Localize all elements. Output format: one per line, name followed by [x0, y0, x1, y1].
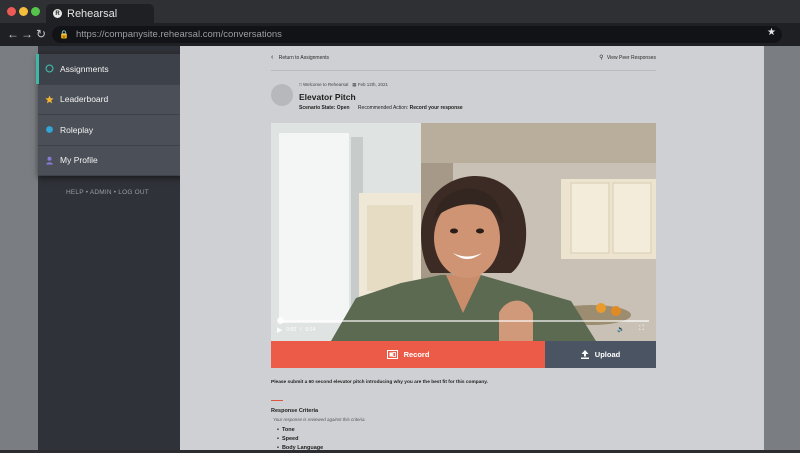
- tab-title: Rehearsal: [67, 7, 118, 20]
- maximize-window-dot[interactable]: [31, 7, 40, 16]
- view-peer-responses-link[interactable]: ⚲ View Peer Responses: [599, 54, 656, 61]
- circle-outline-icon: [45, 64, 54, 73]
- sidebar-item-leaderboard[interactable]: Leaderboard: [38, 85, 186, 115]
- address-bar: ← → ↻ 🔒 https://companysite.rehearsal.co…: [0, 23, 800, 46]
- scenario-state-value: Open: [336, 105, 350, 111]
- sidebar-item-label: Roleplay: [60, 124, 94, 135]
- criteria-title: Response Criteria: [271, 408, 319, 414]
- record-button[interactable]: Record: [271, 341, 545, 368]
- criteria-subtitle: Your response is reviewed against this c…: [273, 417, 366, 422]
- volume-icon[interactable]: 🔈: [617, 326, 624, 333]
- return-link-label: Return to Assignments: [278, 55, 330, 61]
- help-link[interactable]: HELP: [66, 189, 84, 196]
- video-progress-thumb[interactable]: [277, 317, 284, 324]
- assignment-instructions: Please submit a 60 second elevator pitch…: [271, 380, 488, 385]
- user-icon: □: [299, 82, 302, 87]
- close-window-dot[interactable]: [7, 7, 16, 16]
- forward-arrow-icon[interactable]: →: [21, 27, 33, 41]
- sidebar-item-roleplay[interactable]: Roleplay: [38, 115, 186, 146]
- time-separator: /: [300, 327, 302, 333]
- time-current: 0:00: [286, 327, 297, 333]
- main-content: ‹ Return to Assignments ⚲ View Peer Resp…: [180, 46, 764, 453]
- sidebar-item-my-profile[interactable]: My Profile: [38, 146, 186, 176]
- url-field[interactable]: 🔒 https://companysite.rehearsal.com/conv…: [52, 26, 782, 43]
- star-icon: [45, 95, 54, 104]
- chevron-left-icon: ‹: [271, 54, 274, 61]
- dot-icon: [46, 126, 53, 134]
- criteria-item: Tone: [277, 426, 323, 435]
- back-arrow-icon[interactable]: ←: [7, 27, 19, 41]
- record-upload-bar: Record Upload: [271, 341, 656, 368]
- sidebar-footer-links: HELP • ADMIN • LOG OUT: [66, 189, 149, 196]
- calendar-icon: ▦: [352, 82, 357, 87]
- scenario-state-label: Scenario State:: [299, 105, 336, 111]
- sidebar: Assignments Leaderboard Roleplay My Prof…: [36, 46, 186, 450]
- criteria-item: Speed: [277, 435, 323, 444]
- page-gutter-left: [0, 46, 38, 450]
- lock-icon: 🔒: [59, 30, 69, 39]
- reload-icon[interactable]: ↻: [36, 27, 46, 41]
- sidebar-item-label: My Profile: [60, 155, 98, 166]
- scenario-status-line: Scenario State: Open Recommended Action:…: [299, 105, 463, 111]
- peer-link-label: View Peer Responses: [606, 55, 656, 61]
- record-label: Record: [403, 350, 430, 359]
- time-total: 0:14: [305, 327, 316, 333]
- browser-tab-bar: R Rehearsal: [0, 0, 800, 23]
- criteria-list: Tone Speed Body Language: [277, 426, 323, 453]
- minimize-window-dot[interactable]: [19, 7, 28, 16]
- bookmark-star-icon[interactable]: ★: [767, 27, 776, 38]
- video-player[interactable]: ▶ 0:00 / 0:14 🔈 ⛶: [271, 123, 656, 341]
- record-camera-icon: [386, 350, 398, 359]
- video-frame: [271, 123, 656, 341]
- sidebar-item-assignments[interactable]: Assignments: [36, 54, 186, 85]
- avatar: [271, 84, 293, 106]
- sidebar-item-label: Assignments: [60, 63, 109, 74]
- video-controls: ▶ 0:00 / 0:14: [277, 326, 315, 334]
- trophy-icon: ⚲: [599, 55, 604, 61]
- upload-label: Upload: [594, 350, 621, 359]
- meta-date: Feb 12th, 2021: [357, 82, 388, 87]
- person-icon: [46, 156, 53, 165]
- assignment-meta: □ Welcome to Rehearsal ▦ Feb 12th, 2021: [299, 82, 388, 88]
- play-icon[interactable]: ▶: [277, 326, 282, 334]
- accent-rule: [271, 400, 283, 401]
- rehearsal-logo-icon: R: [53, 9, 62, 18]
- url-text: https://companysite.rehearsal.com/conver…: [75, 29, 282, 40]
- page-gutter-right: [764, 46, 800, 450]
- criteria-item: Body Language: [277, 444, 323, 453]
- sidebar-item-label: Leaderboard: [60, 94, 109, 105]
- divider: [271, 70, 656, 71]
- recommended-action-value: Record your response: [409, 105, 463, 111]
- return-to-assignments-link[interactable]: ‹ Return to Assignments: [271, 54, 329, 61]
- upload-icon: [580, 350, 589, 359]
- recommended-action-label: Recommended Action:: [357, 105, 409, 111]
- upload-button[interactable]: Upload: [545, 341, 656, 368]
- sidebar-menu: Assignments Leaderboard Roleplay My Prof…: [36, 54, 186, 176]
- meta-author: Welcome to Rehearsal: [302, 82, 349, 87]
- page-title: Elevator Pitch: [299, 92, 356, 102]
- video-progress-bar[interactable]: [279, 320, 649, 322]
- logout-link[interactable]: LOG OUT: [118, 189, 149, 196]
- browser-tab[interactable]: R Rehearsal: [46, 4, 154, 23]
- fullscreen-icon[interactable]: ⛶: [639, 325, 644, 333]
- admin-link[interactable]: ADMIN: [90, 189, 112, 196]
